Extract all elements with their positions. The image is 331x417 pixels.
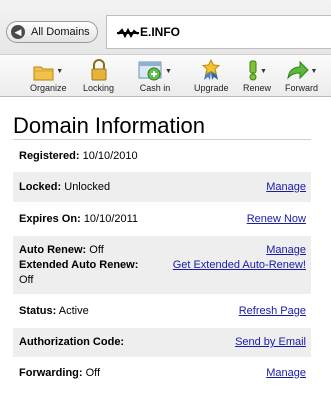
get-extended-auto-renew-link[interactable]: Get Extended Auto-Renew! xyxy=(173,259,306,271)
all-domains-label: All Domains xyxy=(31,26,90,38)
send-by-email-link[interactable]: Send by Email xyxy=(235,336,306,348)
forwarding-manage-link[interactable]: Manage xyxy=(266,367,306,379)
renew-label: Renew xyxy=(243,83,272,93)
back-arrow-icon: ◀ xyxy=(11,25,25,39)
locked-label: Locked: xyxy=(19,181,62,193)
forward-arrow-icon xyxy=(286,61,309,80)
folder-icon xyxy=(33,66,54,81)
domain-name-box: E.INFO xyxy=(106,15,331,49)
forwarding-value: Off xyxy=(85,367,101,379)
forward-button[interactable]: ▼ Forward xyxy=(285,55,318,97)
title-divider xyxy=(13,139,311,140)
action-toolbar: ▼ Organize Locking ▼ Cash in Upgrade ▼ R… xyxy=(0,55,331,97)
exclamation-icon xyxy=(249,60,257,81)
locked-value: Unlocked xyxy=(64,181,111,193)
status-value: Active xyxy=(58,305,89,317)
forward-label: Forward xyxy=(285,83,319,93)
all-domains-button[interactable]: ◀ All Domains xyxy=(6,21,98,43)
expires-label: Expires On: xyxy=(19,213,81,225)
auto-renew-value: Off xyxy=(89,244,104,256)
locking-label: Locking xyxy=(83,83,115,93)
expires-row: Expires On: 10/10/2011 Renew Now xyxy=(13,204,311,234)
page-title: Domain Information xyxy=(13,113,205,138)
locked-row: Locked: Unlocked Manage xyxy=(13,172,311,202)
forwarding-label: Forwarding: xyxy=(19,367,83,379)
auto-renew-label: Auto Renew: xyxy=(19,244,87,256)
registered-value: 10/10/2010 xyxy=(82,150,138,162)
renew-now-link[interactable]: Renew Now xyxy=(247,213,306,225)
cash-in-icon xyxy=(138,61,162,81)
status-row: Status: Active Refresh Page xyxy=(13,296,311,326)
cash-in-label: Cash in xyxy=(139,83,171,93)
cash-in-button[interactable]: ▼ Cash in xyxy=(138,55,172,97)
locked-manage-link[interactable]: Manage xyxy=(266,181,306,193)
organize-button[interactable]: ▼ Organize xyxy=(30,55,67,97)
chevron-down-icon: ▼ xyxy=(310,68,318,75)
ext-auto-renew-value: Off xyxy=(19,274,34,286)
redaction-scribble xyxy=(117,27,139,39)
upgrade-label: Upgrade xyxy=(194,83,229,93)
domain-name-text: E.INFO xyxy=(140,25,181,39)
auth-code-label: Authorization Code: xyxy=(19,336,125,348)
upgrade-button[interactable]: Upgrade xyxy=(194,55,229,97)
refresh-page-link[interactable]: Refresh Page xyxy=(239,305,306,317)
registered-row: Registered: 10/10/2010 xyxy=(13,142,311,170)
auth-code-row: Authorization Code: Send by Email xyxy=(13,328,311,357)
expires-value: 10/10/2011 xyxy=(83,213,139,225)
registered-label: Registered: xyxy=(19,150,80,162)
auto-renew-manage-link[interactable]: Manage xyxy=(266,244,306,256)
renew-button[interactable]: ▼ Renew xyxy=(243,55,271,97)
award-ribbon-icon xyxy=(202,59,221,80)
top-header: ◀ All Domains E.INFO xyxy=(0,0,331,55)
forwarding-row: Forwarding: Off Manage xyxy=(13,359,311,389)
ext-auto-renew-label: Extended Auto Renew: xyxy=(19,259,139,271)
padlock-icon xyxy=(91,59,107,81)
chevron-down-icon: ▼ xyxy=(260,68,267,75)
organize-label: Organize xyxy=(30,83,67,93)
chevron-down-icon: ▼ xyxy=(165,68,172,75)
chevron-down-icon: ▼ xyxy=(56,68,64,75)
auto-renew-row: Auto Renew: Off Manage Extended Auto Ren… xyxy=(13,236,311,294)
locking-button[interactable]: Locking xyxy=(83,55,114,97)
status-label: Status: xyxy=(19,305,57,317)
